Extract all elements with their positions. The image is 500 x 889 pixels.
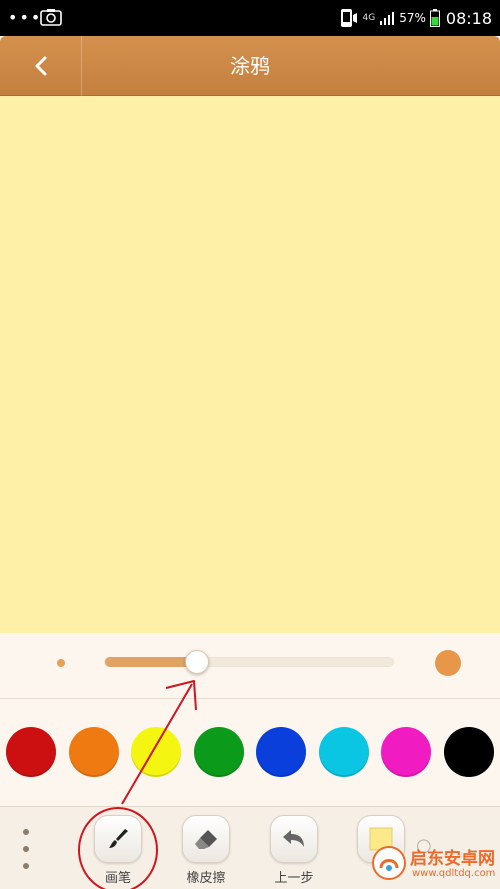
signal-strength-icon [380, 12, 395, 25]
drawing-canvas[interactable] [0, 96, 500, 633]
slider-handle[interactable] [185, 650, 210, 674]
screenshot-icon [40, 9, 62, 26]
color-palette [0, 699, 500, 806]
status-bar: ••• 4G 57% 08:18 [0, 0, 500, 36]
color-swatch-yellow[interactable] [131, 727, 181, 777]
brush-label: 画笔 [104, 871, 131, 886]
undo-button[interactable] [270, 815, 318, 863]
eraser-button[interactable] [182, 815, 230, 863]
chevron-left-icon [35, 56, 46, 76]
color-swatch-blue[interactable] [256, 727, 306, 777]
clock: 08:18 [445, 8, 492, 28]
undo-label: 上一步 [274, 871, 314, 886]
title-bar: 涂鸦 [0, 36, 500, 96]
undo-tool[interactable]: 上一步 [257, 815, 331, 887]
phone-signal-icon [340, 9, 357, 27]
battery-icon [429, 9, 440, 27]
brush-tool[interactable]: 画笔 [81, 815, 155, 887]
color-swatch-red[interactable] [6, 727, 56, 777]
large-dot-icon [435, 650, 461, 676]
brush-size-panel [0, 633, 500, 699]
color-swatch-green[interactable] [193, 727, 244, 777]
color-swatch-cyan[interactable] [318, 727, 369, 777]
back-button[interactable] [0, 36, 82, 96]
slider-fill [105, 657, 198, 667]
watermark-name: 启东安卓网 [410, 849, 495, 869]
eraser-tool[interactable]: 橡皮擦 [169, 815, 243, 887]
battery-percent: 57% [399, 11, 426, 25]
small-dot-icon [57, 659, 65, 667]
color-swatch-orange[interactable] [68, 727, 119, 777]
eraser-icon [195, 830, 217, 849]
watermark-logo-icon [372, 846, 406, 880]
undo-icon [283, 830, 304, 847]
watermark-url: www.qdltdq.com [412, 868, 496, 879]
color-swatch-black[interactable] [443, 727, 494, 777]
color-swatch-magenta[interactable] [381, 727, 431, 777]
brush-icon [109, 829, 128, 848]
more-vertical-icon[interactable] [14, 829, 38, 869]
brush-button[interactable] [94, 815, 142, 863]
notification-dots-icon: ••• [8, 8, 43, 27]
watermark: 启东安卓网 www.qdltdq.com [366, 838, 500, 889]
brush-size-slider[interactable] [104, 650, 394, 674]
eraser-label: 橡皮擦 [186, 871, 226, 886]
network-type: 4G [362, 13, 376, 23]
